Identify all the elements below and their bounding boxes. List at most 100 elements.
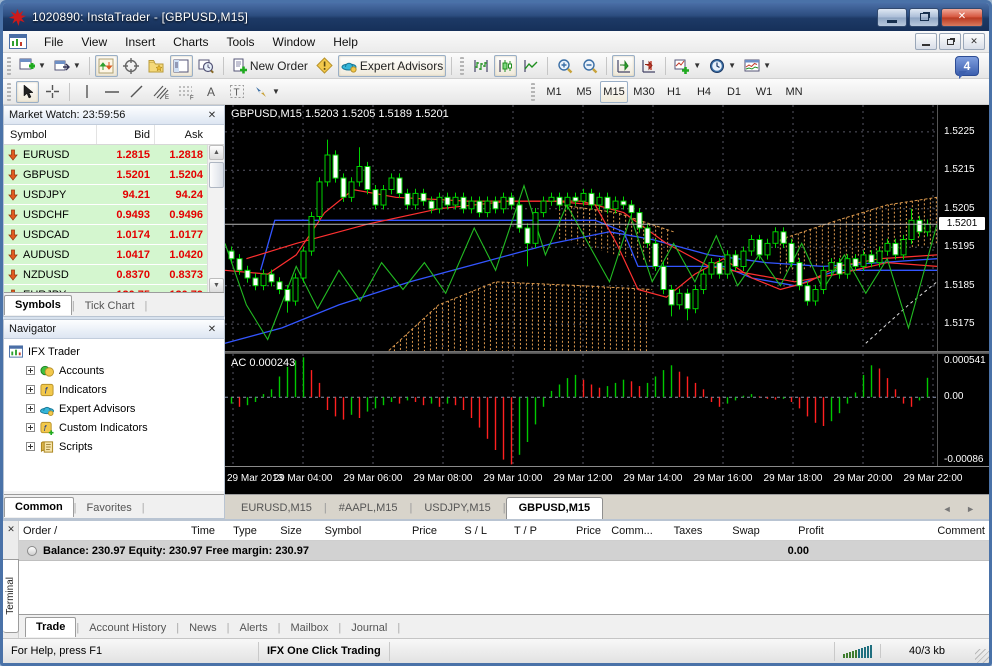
- strategy-tester-button[interactable]: [195, 55, 218, 77]
- navigator-item-indicators[interactable]: fIndicators: [8, 380, 224, 399]
- terminal-column-swap[interactable]: Swap: [717, 525, 775, 537]
- navigator-item-expert-advisors[interactable]: Expert Advisors: [8, 399, 224, 418]
- chart-window[interactable]: GBPUSD,M15 1.5203 1.5205 1.5189 1.5201 A…: [225, 105, 989, 519]
- terminal-column-taxes[interactable]: Taxes: [659, 525, 717, 537]
- chart-shift-button[interactable]: [637, 55, 660, 77]
- cursor-tool[interactable]: [16, 81, 39, 103]
- periods-button[interactable]: ▼: [706, 55, 739, 77]
- templates-button[interactable]: ▼: [741, 55, 774, 77]
- terminal-column-s-l[interactable]: S / L: [441, 525, 491, 537]
- zoom-in-button[interactable]: [553, 55, 576, 77]
- expander-icon[interactable]: [26, 404, 35, 413]
- menu-insert[interactable]: Insert: [116, 32, 164, 52]
- navigator-tab-favorites[interactable]: Favorites: [77, 499, 142, 518]
- market-watch-row-audusd[interactable]: AUDUSD1.04171.0420: [4, 245, 224, 265]
- restore-button[interactable]: [909, 8, 939, 27]
- market-watch-row-gbpusd[interactable]: GBPUSD1.52011.5204: [4, 165, 224, 185]
- market-watch-tab-tick-chart[interactable]: Tick Chart: [75, 297, 145, 316]
- new-order-button[interactable]: New Order: [229, 55, 311, 77]
- auto-scroll-button[interactable]: [612, 55, 635, 77]
- navigator-item-ifx-trader[interactable]: IFX Trader: [8, 342, 224, 361]
- terminal-column-profit[interactable]: Profit: [775, 525, 847, 537]
- terminal-close-icon[interactable]: ✕: [5, 523, 17, 535]
- terminal-tab-alerts[interactable]: Alerts: [229, 619, 277, 638]
- candlestick-chart-button[interactable]: [494, 55, 517, 77]
- expander-icon[interactable]: [26, 366, 35, 375]
- terminal-column-symbol[interactable]: Symbol: [311, 525, 375, 537]
- terminal-tab-account-history[interactable]: Account History: [79, 619, 176, 638]
- vertical-line-tool[interactable]: [75, 81, 98, 103]
- scroll-thumb[interactable]: [209, 162, 224, 188]
- terminal-column-comm-[interactable]: Comm...: [605, 525, 659, 537]
- timeframe-m15[interactable]: M15: [600, 81, 628, 103]
- timeframe-w1[interactable]: W1: [750, 81, 778, 103]
- terminal-column-type[interactable]: Type: [219, 525, 271, 537]
- chart-tab-scroll-arrows[interactable]: ◄ ►: [935, 504, 989, 519]
- favorites-button[interactable]: [145, 55, 168, 77]
- timeframe-h4[interactable]: H4: [690, 81, 718, 103]
- chart-tab-aaplm15[interactable]: #AAPL,M15: [327, 498, 410, 519]
- notifications-badge[interactable]: 4: [955, 56, 979, 76]
- menu-charts[interactable]: Charts: [164, 32, 217, 52]
- terminal-column-price[interactable]: Price: [541, 525, 605, 537]
- mdi-restore-button[interactable]: [939, 33, 961, 50]
- terminal-column-comment[interactable]: Comment: [847, 525, 989, 537]
- toolbar-grip[interactable]: [7, 57, 11, 75]
- data-window-button[interactable]: [120, 55, 143, 77]
- terminal-column-t-p[interactable]: T / P: [491, 525, 541, 537]
- bar-chart-button[interactable]: [469, 55, 492, 77]
- terminal-column-time[interactable]: Time: [107, 525, 219, 537]
- timeframe-mn[interactable]: MN: [780, 81, 808, 103]
- market-watch-row-usdcad[interactable]: USDCAD1.01741.0177: [4, 225, 224, 245]
- market-watch-scrollbar[interactable]: ▲ ▼: [207, 145, 224, 293]
- price-axis[interactable]: 1.52251.52151.52051.51951.51851.51751.52…: [937, 105, 989, 351]
- text-tool[interactable]: A: [200, 81, 223, 103]
- navigator-toggle[interactable]: [170, 55, 193, 77]
- horizontal-line-tool[interactable]: [100, 81, 123, 103]
- line-chart-button[interactable]: [519, 55, 542, 77]
- zoom-out-button[interactable]: [578, 55, 601, 77]
- market-watch-tab-symbols[interactable]: Symbols: [4, 295, 72, 315]
- timeframe-d1[interactable]: D1: [720, 81, 748, 103]
- menu-file[interactable]: File: [35, 32, 72, 52]
- terminal-tab-mailbox[interactable]: Mailbox: [280, 619, 338, 638]
- text-label-tool[interactable]: T: [225, 81, 248, 103]
- market-watch-row-usdjpy[interactable]: USDJPY94.2194.24: [4, 185, 224, 205]
- expert-advisors-button[interactable]: Expert Advisors: [338, 55, 446, 77]
- crosshair-tool[interactable]: [41, 81, 64, 103]
- resize-grip[interactable]: [975, 649, 989, 663]
- terminal-tab-news[interactable]: News: [179, 619, 227, 638]
- indicator-pane[interactable]: AC 0.000243: [225, 354, 937, 466]
- trendline-tool[interactable]: [125, 81, 148, 103]
- terminal-tab-journal[interactable]: Journal: [341, 619, 397, 638]
- market-watch-toggle[interactable]: [95, 55, 118, 77]
- new-chart-button[interactable]: ▼: [16, 55, 49, 77]
- terminal-column-size[interactable]: Size: [271, 525, 311, 537]
- navigator-tab-common[interactable]: Common: [4, 497, 74, 517]
- menu-help[interactable]: Help: [324, 32, 367, 52]
- menu-window[interactable]: Window: [264, 32, 325, 52]
- close-button[interactable]: ✕: [941, 8, 983, 27]
- arrows-tool[interactable]: ▼: [250, 81, 283, 103]
- expander-icon[interactable]: [26, 442, 35, 451]
- navigator-close-icon[interactable]: ✕: [205, 324, 219, 335]
- profiles-button[interactable]: ▼: [51, 55, 84, 77]
- terminal-column-price[interactable]: Price: [375, 525, 441, 537]
- mdi-close-button[interactable]: ✕: [963, 33, 985, 50]
- chart-tab-eurusdm15[interactable]: EURUSD,M15: [229, 498, 324, 519]
- indicator-axis[interactable]: 0.0005410.00-0.00086: [937, 354, 989, 466]
- navigator-item-custom-indicators[interactable]: fCustom Indicators: [8, 418, 224, 437]
- terminal-column-order[interactable]: Order /: [19, 525, 107, 537]
- equidistant-channel-tool[interactable]: E: [150, 81, 173, 103]
- alert-button[interactable]: [313, 55, 336, 77]
- toolbar-grip[interactable]: [7, 83, 11, 101]
- navigator-item-scripts[interactable]: Scripts: [8, 437, 224, 456]
- minimize-button[interactable]: [877, 8, 907, 27]
- terminal-side-tab[interactable]: Terminal: [3, 559, 19, 633]
- timeframe-m1[interactable]: M1: [540, 81, 568, 103]
- menu-tools[interactable]: Tools: [218, 32, 264, 52]
- one-click-trading-toggle[interactable]: IFX One Click Trading: [259, 642, 390, 661]
- fibonacci-tool[interactable]: F: [175, 81, 198, 103]
- expander-icon[interactable]: [26, 385, 35, 394]
- toolbar-grip[interactable]: [460, 57, 464, 75]
